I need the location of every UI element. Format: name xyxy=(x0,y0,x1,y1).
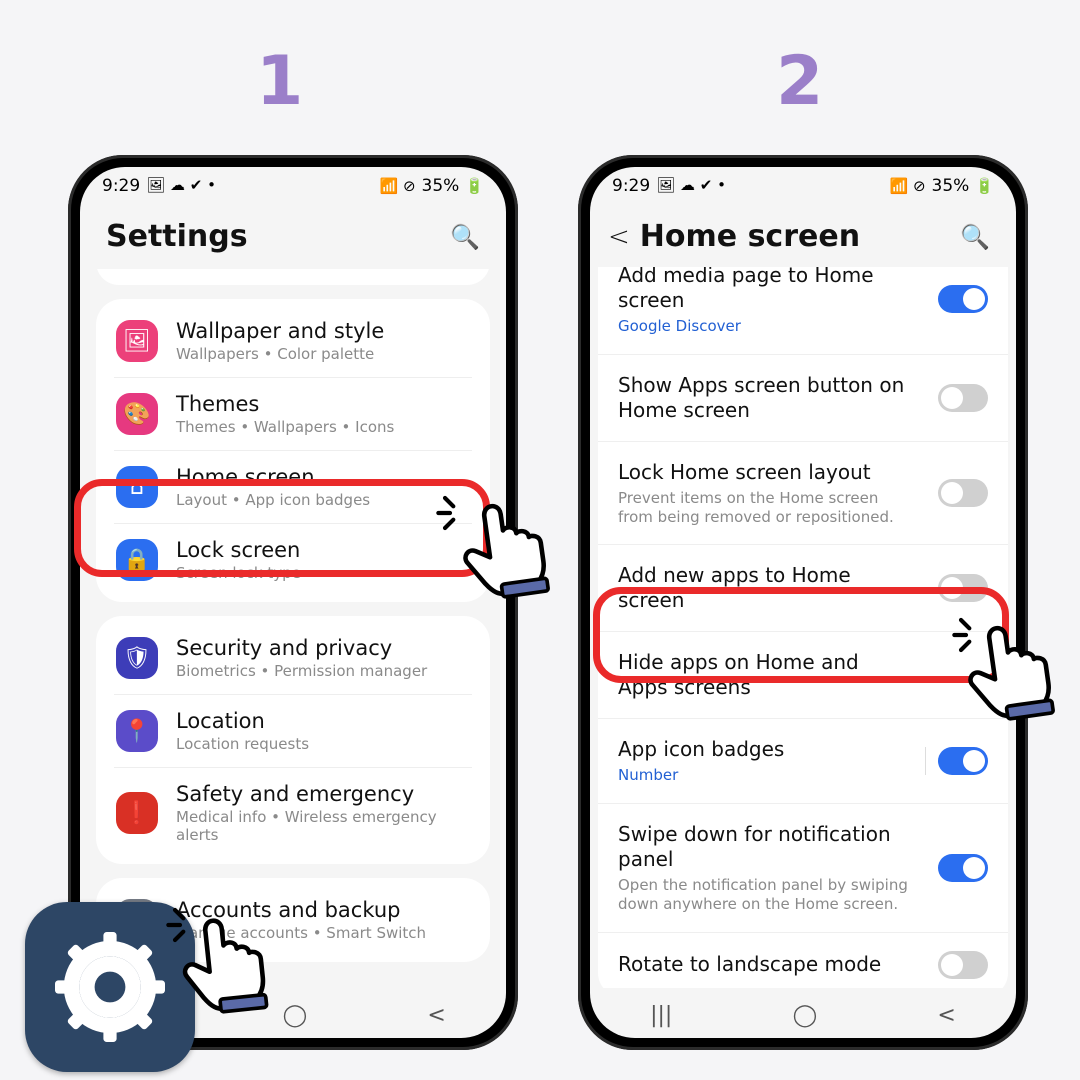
settings-item-themes[interactable]: 🎨 Themes Themes • Wallpapers • Icons xyxy=(114,377,472,450)
status-battery-pct: 35% xyxy=(932,176,970,196)
nav-back[interactable]: < xyxy=(427,1003,445,1028)
item-title: Themes xyxy=(176,392,394,416)
row-title: Lock Home screen layout xyxy=(618,460,908,485)
item-title: Security and privacy xyxy=(176,636,427,660)
nav-back[interactable]: < xyxy=(937,1003,955,1028)
item-subtitle: Location requests xyxy=(176,735,309,753)
settings-item-location[interactable]: 📍 Location Location requests xyxy=(114,694,472,767)
status-time: 9:29 xyxy=(102,176,140,196)
location-icon: 📍 xyxy=(116,710,158,752)
row-title: App icon badges xyxy=(618,737,784,762)
settings-group-security: 🛡 Security and privacy Biometrics • Perm… xyxy=(96,616,490,864)
item-title: Accounts and backup xyxy=(176,898,426,922)
row-sub: Number xyxy=(618,766,784,785)
nav-recents[interactable]: ||| xyxy=(650,1003,672,1028)
row-rotate-landscape[interactable]: Rotate to landscape mode xyxy=(598,933,1008,989)
row-title: Rotate to landscape mode xyxy=(618,952,881,977)
emergency-icon: ❗ xyxy=(116,792,158,834)
nav-home[interactable]: ◯ xyxy=(283,1003,308,1028)
page-title: Home screen xyxy=(640,219,860,254)
page-title: Settings xyxy=(106,219,248,254)
toggle-lock-layout[interactable] xyxy=(938,479,988,507)
separator xyxy=(925,747,926,775)
status-time: 9:29 xyxy=(612,176,650,196)
status-bar: 9:29 🖼 ☁ ✔ • 📶 ⊘ 35% 🔋 xyxy=(80,167,506,201)
settings-item-safety-and-emergency[interactable]: ❗ Safety and emergency Medical info • Wi… xyxy=(114,767,472,858)
item-title: Location xyxy=(176,709,309,733)
row-title: Hide apps on Home and Apps screens xyxy=(618,650,908,700)
tap-effect-lines xyxy=(160,900,210,954)
settings-group-cutoff: Power saving • Charging xyxy=(96,269,490,285)
toggle-app-icon-badges[interactable] xyxy=(938,747,988,775)
item-subtitle: Themes • Wallpapers • Icons xyxy=(176,418,394,436)
battery-icon: 🔋 xyxy=(465,177,484,195)
tap-effect-lines xyxy=(946,610,996,664)
step-number-2: 2 xyxy=(776,42,823,121)
settings-item-lock-screen[interactable]: 🔒 Lock screen Screen lock type xyxy=(114,523,472,596)
lock-icon: 🔒 xyxy=(116,539,158,581)
status-bar: 9:29 🖼 ☁ ✔ • 📶 ⊘ 35% 🔋 xyxy=(590,167,1016,201)
status-left-icons: 🖼 ☁ ✔ • xyxy=(146,176,216,194)
themes-icon: 🎨 xyxy=(116,393,158,435)
item-title: Wallpaper and style xyxy=(176,319,384,343)
toggle-rotate-landscape[interactable] xyxy=(938,951,988,979)
navigation-bar: ||| ◯ < xyxy=(590,992,1016,1038)
phone-2-frame: 9:29 🖼 ☁ ✔ • 📶 ⊘ 35% 🔋 < Home screen 🔍 xyxy=(578,155,1028,1050)
item-title: Safety and emergency xyxy=(176,782,470,806)
row-show-apps-button[interactable]: Show Apps screen button on Home screen xyxy=(598,355,1008,442)
row-sub: Prevent items on the Home screen from be… xyxy=(618,489,908,527)
toggle-swipe-down-notif[interactable] xyxy=(938,854,988,882)
settings-item-home-screen[interactable]: ⌂ Home screen Layout • App icon badges xyxy=(114,450,472,523)
home-icon: ⌂ xyxy=(116,466,158,508)
status-left-icons: 🖼 ☁ ✔ • xyxy=(656,176,726,194)
item-subtitle: Wallpapers • Color palette xyxy=(176,345,384,363)
item-subtitle: Layout • App icon badges xyxy=(176,491,370,509)
row-title: Swipe down for notification panel xyxy=(618,822,908,872)
row-sub: Google Discover xyxy=(618,317,908,336)
row-add-media-page[interactable]: Add media page to Home screen Google Dis… xyxy=(598,267,1008,355)
settings-header: Settings 🔍 xyxy=(80,201,506,276)
row-title: Add media page to Home screen xyxy=(618,267,908,313)
item-subtitle: Biometrics • Permission manager xyxy=(176,662,427,680)
row-swipe-down-notif[interactable]: Swipe down for notification panel Open t… xyxy=(598,804,1008,933)
settings-item-security-and-privacy[interactable]: 🛡 Security and privacy Biometrics • Perm… xyxy=(114,622,472,694)
row-title: Add new apps to Home screen xyxy=(618,563,908,613)
nav-home[interactable]: ◯ xyxy=(793,1003,818,1028)
gear-icon xyxy=(55,932,165,1042)
status-right-icons: 📶 ⊘ xyxy=(380,177,416,195)
row-app-icon-badges[interactable]: App icon badges Number xyxy=(598,719,1008,804)
step-number-1: 1 xyxy=(256,42,303,121)
row-lock-layout[interactable]: Lock Home screen layout Prevent items on… xyxy=(598,442,1008,546)
toggle-add-media-page[interactable] xyxy=(938,285,988,313)
status-right-icons: 📶 ⊘ xyxy=(890,177,926,195)
toggle-show-apps-button[interactable] xyxy=(938,384,988,412)
toggle-add-new-apps[interactable] xyxy=(938,574,988,602)
tap-effect-lines xyxy=(430,488,480,542)
item-subtitle: Manage accounts • Smart Switch xyxy=(176,924,426,942)
back-icon[interactable]: < xyxy=(608,222,630,252)
status-battery-pct: 35% xyxy=(422,176,460,196)
search-icon[interactable]: 🔍 xyxy=(450,223,480,251)
settings-group-display: 🖼 Wallpaper and style Wallpapers • Color… xyxy=(96,299,490,602)
settings-item-wallpaper-and-style[interactable]: 🖼 Wallpaper and style Wallpapers • Color… xyxy=(114,305,472,377)
item-title: Home screen xyxy=(176,465,370,489)
battery-icon: 🔋 xyxy=(975,177,994,195)
row-sub: Open the notification panel by swiping d… xyxy=(618,876,908,914)
settings-list[interactable]: Power saving • Charging 🖼 Wallpaper and … xyxy=(80,269,506,988)
home-screen-header: < Home screen 🔍 xyxy=(590,201,1016,276)
item-subtitle: Medical info • Wireless emergency alerts xyxy=(176,808,470,844)
row-title: Show Apps screen button on Home screen xyxy=(618,373,908,423)
phone-2-screen: 9:29 🖼 ☁ ✔ • 📶 ⊘ 35% 🔋 < Home screen 🔍 xyxy=(590,167,1016,1038)
item-subtitle: Screen lock type xyxy=(176,564,301,582)
shield-icon: 🛡 xyxy=(116,637,158,679)
wallpaper-icon: 🖼 xyxy=(116,320,158,362)
cutoff-prev-item: Power saving • Charging xyxy=(114,269,472,279)
search-icon[interactable]: 🔍 xyxy=(960,223,990,251)
item-title: Lock screen xyxy=(176,538,301,562)
